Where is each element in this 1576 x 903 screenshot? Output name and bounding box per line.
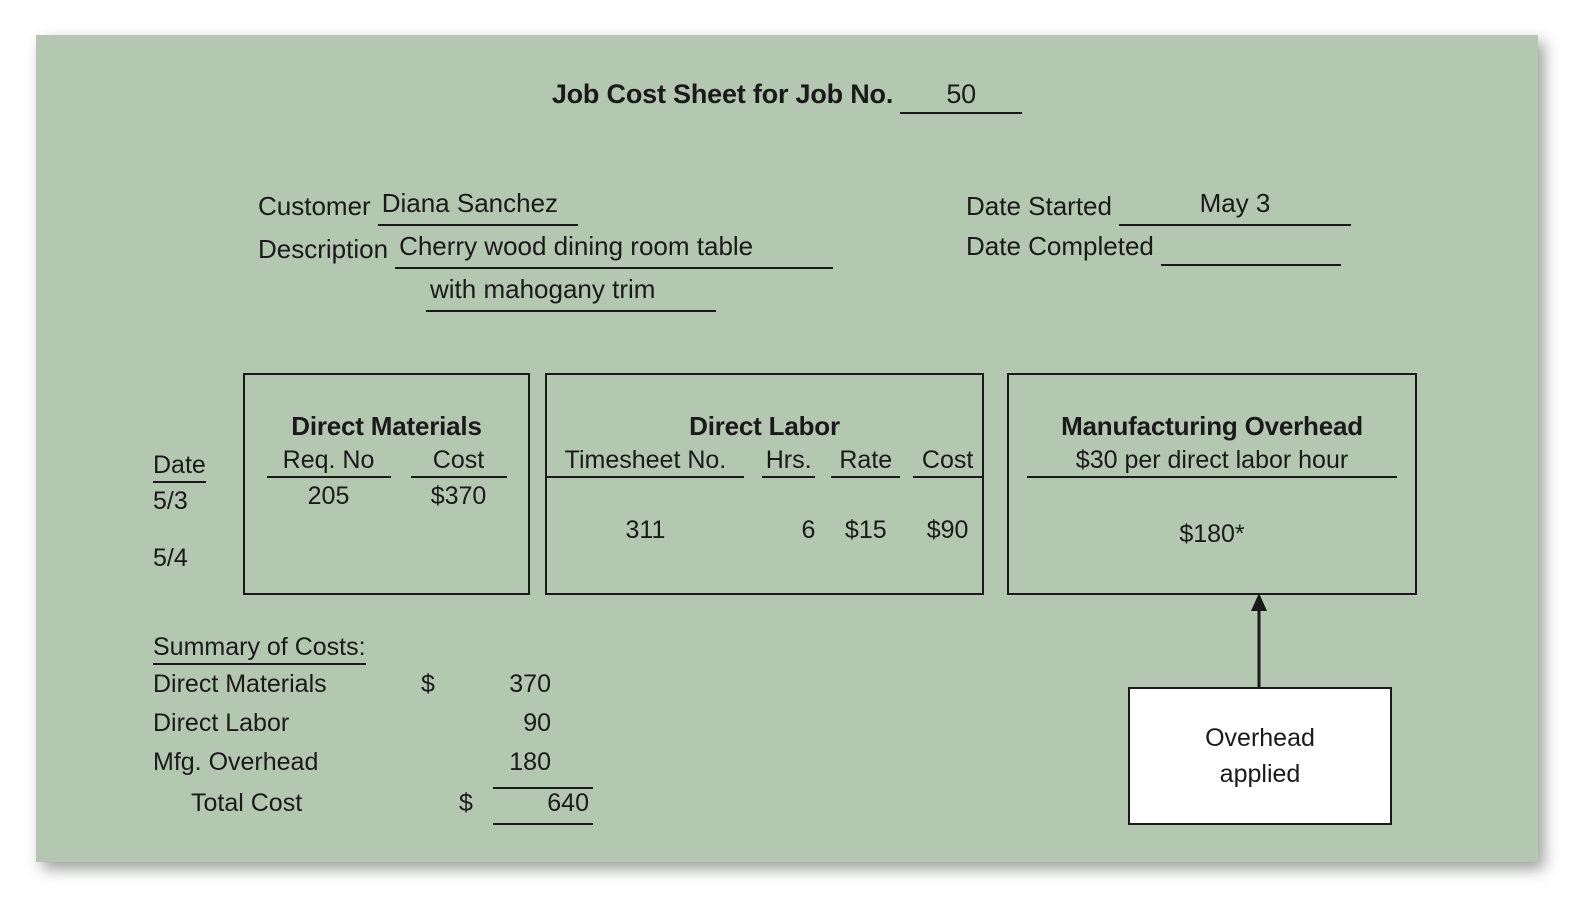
dl-col-hrs: Hrs. [761,446,816,478]
summary-row-direct-materials: Direct Materials $ 370 [153,670,593,709]
summary-title: Summary of Costs: [153,633,366,665]
date-started-value: May 3 [1118,183,1351,226]
manufacturing-overhead-box: Manufacturing Overhead $30 per direct la… [1007,373,1417,595]
overhead-applied-callout: Overhead applied [1128,687,1392,825]
summary-currency-total-cost: $ [459,789,473,817]
page-title-text: Job Cost Sheet for Job No. [551,79,894,109]
manufacturing-overhead-amount: $180* [1179,520,1245,548]
date-cell-row-2: 5/4 [153,544,188,572]
direct-materials-header-row: Req. No Cost [245,446,528,478]
dates-block: Date Started May 3 Date Completed [966,183,1351,266]
direct-labor-header-row: Timesheet No. Hrs. Rate Cost [547,446,982,478]
summary-amount-total-cost: 640 [493,787,593,825]
customer-value: Diana Sanchez [377,183,578,226]
dm-col-req-no: Req. No [266,446,391,478]
summary-row-mfg-overhead: Mfg. Overhead 180 [153,748,593,787]
date-cell-row-1: 5/3 [153,487,188,515]
description-row-2: with mahogany trim [258,269,833,312]
summary-label-mfg-overhead: Mfg. Overhead [153,748,319,776]
summary-currency-direct-materials: $ [421,670,435,698]
date-completed-label: Date Completed [966,231,1154,261]
summary-row-total-cost: Total Cost $ 640 [153,787,593,826]
cost-boxes-area: Date 5/3 5/4 Direct Materials Req. No Co… [36,373,1538,595]
date-started-row: Date Started May 3 [966,183,1351,226]
description-label: Description [258,234,389,264]
job-cost-sheet-panel: Job Cost Sheet for Job No. 50 Customer Di… [36,35,1538,862]
dl-hrs-value: 6 [801,516,816,544]
dl-rate-value: $15 [844,516,887,544]
job-number-value: 50 [900,79,1023,114]
dl-col-rate: Rate [831,446,901,478]
description-value-line2: with mahogany trim [426,269,716,312]
direct-materials-box: Direct Materials Req. No Cost 205 $370 [243,373,530,595]
direct-labor-box: Direct Labor Timesheet No. Hrs. Rate Cos… [545,373,984,595]
manufacturing-overhead-rate: $30 per direct labor hour [1027,446,1397,478]
description-value-line1: Cherry wood dining room table [395,226,834,269]
overhead-arrow-icon [1251,593,1267,693]
dl-col-cost: Cost [913,446,982,478]
dl-col-timesheet-no: Timesheet No. [547,446,744,478]
description-row: Description Cherry wood dining room tabl… [258,226,834,269]
summary-label-direct-labor: Direct Labor [153,709,290,737]
summary-amount-direct-materials: 370 [509,670,551,698]
direct-labor-title: Direct Labor [689,411,840,441]
table-row: 205 $370 [245,482,528,511]
date-completed-row: Date Completed [966,226,1351,266]
direct-materials-title: Direct Materials [291,411,482,441]
dm-req-no-value: 205 [307,482,350,510]
table-row: 311 6 $15 $90 [547,516,982,545]
callout-line-2: applied [1219,760,1301,788]
customer-row: Customer Diana Sanchez [258,183,833,226]
summary-amount-mfg-overhead: 180 [509,748,551,776]
summary-label-total-cost: Total Cost [191,789,303,817]
date-column: Date 5/3 5/4 [153,451,235,573]
dm-cost-value: $370 [430,482,487,510]
date-completed-value [1160,236,1341,266]
summary-amount-direct-labor: 90 [523,709,551,737]
summary-of-costs-block: Summary of Costs: Direct Materials $ 370… [153,633,593,826]
dl-timesheet-no-value: 311 [625,516,666,544]
dl-cost-value: $90 [926,516,969,544]
summary-label-direct-materials: Direct Materials [153,670,327,698]
customer-info-block: Customer Diana Sanchez Description Cherr… [258,183,834,312]
manufacturing-overhead-title: Manufacturing Overhead [1061,411,1363,441]
date-started-label: Date Started [966,191,1112,221]
page-title: Job Cost Sheet for Job No. 50 [36,79,1538,114]
summary-row-direct-labor: Direct Labor 90 [153,709,593,748]
dm-col-cost: Cost [410,446,507,478]
date-column-header: Date [153,451,206,483]
callout-line-1: Overhead [1205,724,1315,752]
customer-label: Customer [258,191,371,221]
